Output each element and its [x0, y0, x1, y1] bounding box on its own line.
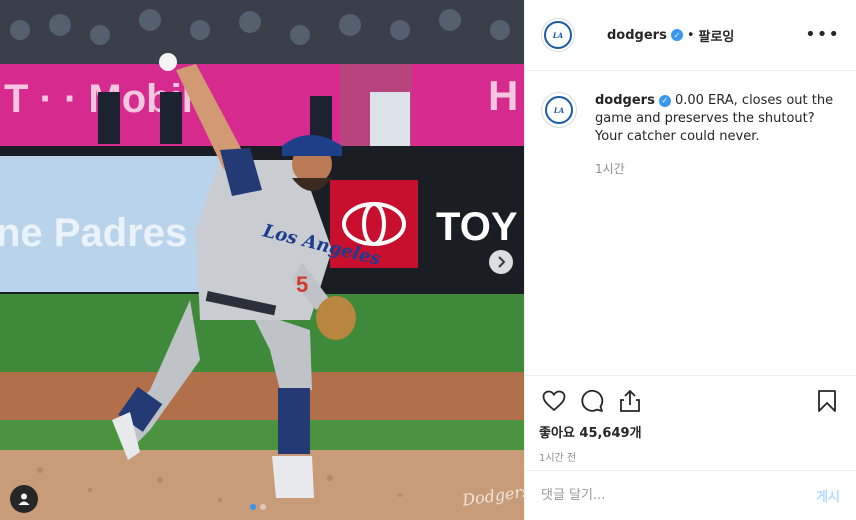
dodgers-logo: LA	[545, 96, 573, 124]
comment-button[interactable]	[577, 386, 607, 416]
post-photo[interactable]: T · · Mobile H ne Padres TOY Los Angeles…	[0, 0, 524, 520]
carousel-indicator	[250, 504, 266, 510]
comment-icon	[581, 389, 604, 412]
post-header: LA dodgers ✓ • 팔로잉 •••	[525, 0, 856, 71]
save-button[interactable]	[812, 386, 842, 416]
caption-avatar[interactable]: LA	[541, 92, 577, 128]
post-comment-button[interactable]: 게시	[816, 486, 840, 505]
caption-username[interactable]: dodgers	[595, 93, 655, 108]
heart-icon	[542, 390, 566, 412]
bookmark-icon	[818, 390, 836, 412]
caption-time: 1시간	[595, 162, 625, 176]
post-panel: LA dodgers ✓ • 팔로잉 ••• LA dodgers ✓ 0.00 …	[524, 0, 856, 520]
carousel-dot-1	[250, 504, 256, 510]
comment-bar: 게시	[525, 470, 856, 520]
caption-body: dodgers ✓ 0.00 ERA, closes out the game a…	[595, 92, 841, 178]
action-icons	[539, 386, 842, 416]
next-slide-button[interactable]	[489, 250, 513, 274]
like-button[interactable]	[539, 386, 569, 416]
sponsor-text: TOY	[436, 205, 518, 249]
tagged-users-button[interactable]	[10, 485, 38, 513]
carousel-dot-2	[260, 504, 266, 510]
chevron-right-icon	[498, 256, 506, 268]
post-actions: 좋아요 45,649개 1시간 전	[525, 375, 856, 469]
avatar[interactable]: LA	[541, 18, 575, 52]
more-options-icon[interactable]: •••	[805, 26, 840, 44]
jersey-number: 5	[296, 272, 308, 297]
posted-time[interactable]: 1시간 전	[539, 449, 842, 464]
header-username[interactable]: dodgers	[607, 28, 667, 43]
following-button[interactable]: 팔로잉	[699, 26, 735, 45]
user-icon	[18, 493, 30, 505]
likes-count[interactable]: 좋아요 45,649개	[539, 422, 842, 441]
comment-input[interactable]	[541, 488, 817, 503]
verified-icon: ✓	[658, 94, 671, 107]
caption: LA dodgers ✓ 0.00 ERA, closes out the gam…	[541, 92, 841, 178]
dodgers-logo: LA	[544, 21, 572, 49]
banner-right-text: H	[488, 72, 518, 119]
verified-icon: ✓	[670, 29, 683, 41]
share-icon	[620, 389, 640, 412]
photo-scene: T · · Mobile H ne Padres TOY Los Angeles…	[0, 0, 524, 520]
separator: •	[686, 27, 695, 43]
board-text: ne Padres	[0, 211, 187, 255]
share-button[interactable]	[615, 386, 645, 416]
